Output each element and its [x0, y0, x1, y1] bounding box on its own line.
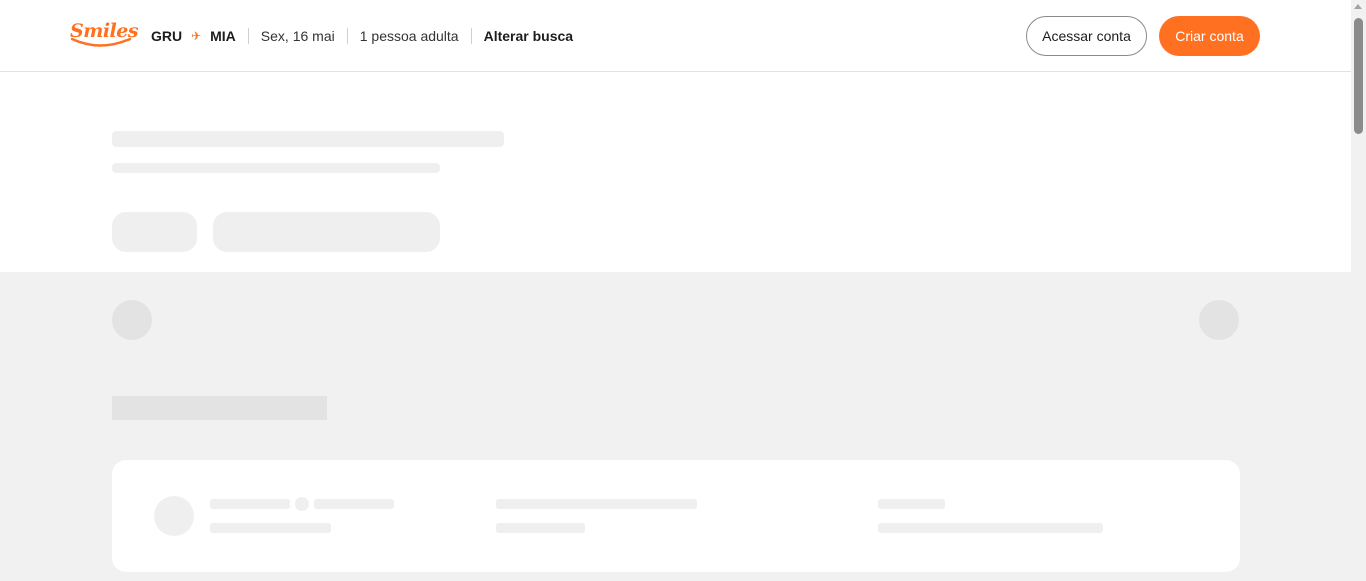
scroll-up-arrow-icon[interactable]: [1354, 4, 1362, 9]
create-account-button[interactable]: Criar conta: [1159, 16, 1260, 56]
skeleton-airline-logo: [154, 496, 194, 536]
skeleton-chip: [112, 212, 197, 252]
login-button[interactable]: Acessar conta: [1026, 16, 1147, 56]
site-header: Smiles GRU ✈ MIA Sex, 16 mai 1 pessoa ad…: [0, 0, 1351, 72]
skeleton-chip: [213, 212, 440, 252]
divider: [346, 28, 348, 44]
divider: [247, 28, 249, 44]
skeleton-title: [112, 131, 504, 147]
scrollbar-thumb[interactable]: [1354, 18, 1363, 134]
skeleton-prev-button: [112, 300, 152, 340]
smiles-logo[interactable]: Smiles: [70, 20, 139, 50]
skeleton-dot: [295, 497, 309, 511]
destination-code: MIA: [210, 28, 236, 44]
alter-search-link[interactable]: Alterar busca: [484, 28, 573, 44]
passenger-count: 1 pessoa adulta: [359, 28, 459, 44]
skeleton-line: [878, 499, 945, 509]
divider: [470, 28, 472, 44]
skeleton-line: [210, 523, 331, 533]
skeleton-heading: [112, 396, 327, 420]
plane-icon: ✈: [191, 29, 202, 43]
skeleton-subtitle: [112, 163, 440, 173]
skeleton-flight-card: [112, 460, 1240, 572]
travel-date: Sex, 16 mai: [260, 28, 335, 44]
origin-code: GRU: [151, 28, 183, 44]
skeleton-line: [496, 499, 697, 509]
skeleton-line: [496, 523, 585, 533]
skeleton-line: [210, 499, 290, 509]
logo-swoosh-icon: [70, 37, 132, 47]
search-summary: GRU ✈ MIA Sex, 16 mai 1 pessoa adulta Al…: [151, 26, 573, 46]
skeleton-line: [314, 499, 394, 509]
skeleton-next-button: [1199, 300, 1239, 340]
skeleton-line: [878, 523, 1103, 533]
